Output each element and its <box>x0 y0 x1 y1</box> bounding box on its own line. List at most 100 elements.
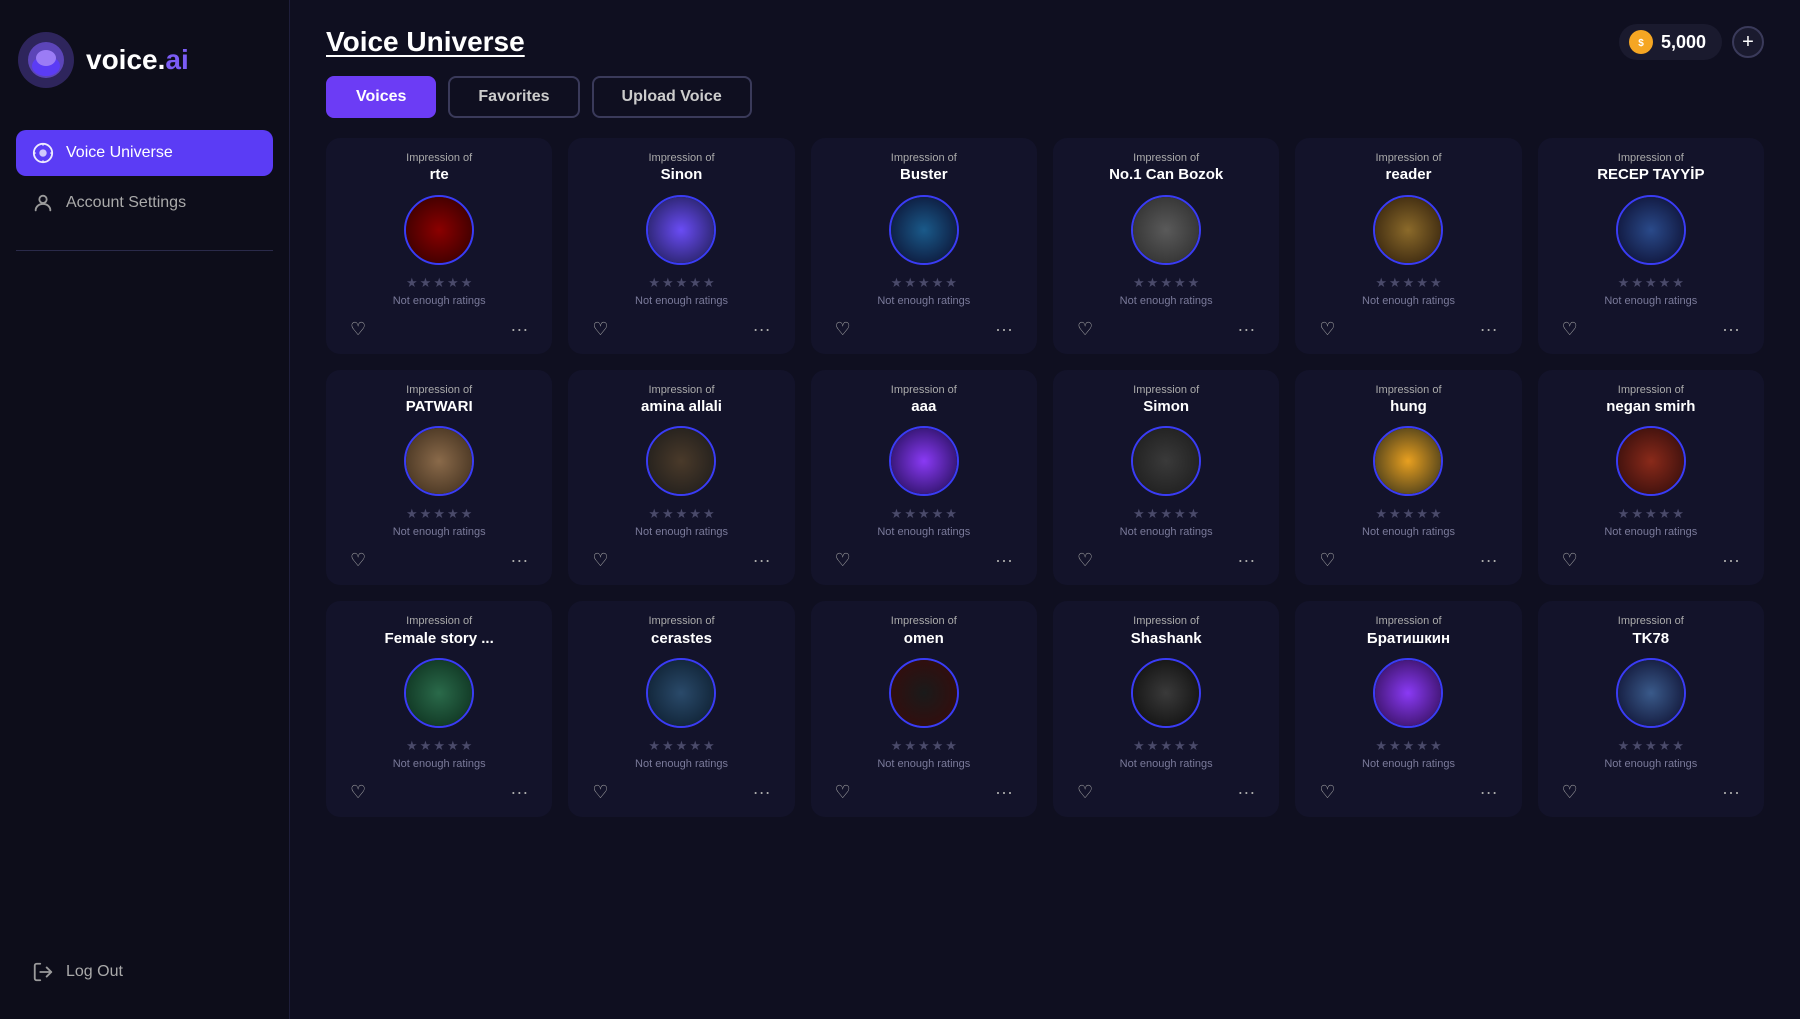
card-actions: ♡ ··· <box>1065 546 1267 575</box>
favorite-button[interactable]: ♡ <box>584 546 616 575</box>
voice-card-header: Impression of TK78 <box>1618 615 1684 648</box>
more-options-button[interactable]: ··· <box>1229 315 1263 344</box>
voice-name: rte <box>406 165 472 185</box>
more-options-button[interactable]: ··· <box>1472 315 1506 344</box>
stars-row: ★★★★★ <box>406 275 472 291</box>
not-enough-label: Not enough ratings <box>635 758 728 770</box>
tab-voices[interactable]: Voices <box>326 76 436 118</box>
more-options-button[interactable]: ··· <box>987 778 1021 807</box>
voice-avatar <box>1131 195 1201 265</box>
not-enough-label: Not enough ratings <box>1362 295 1455 307</box>
favorite-button[interactable]: ♡ <box>1554 315 1586 344</box>
voice-name: Buster <box>891 165 957 185</box>
tab-favorites[interactable]: Favorites <box>448 76 579 118</box>
voice-card-tk78: Impression of TK78 ★★★★★ Not enough rati… <box>1538 601 1764 817</box>
favorite-button[interactable]: ♡ <box>1311 778 1343 807</box>
more-options-button[interactable]: ··· <box>745 778 779 807</box>
voice-avatar <box>1373 426 1443 496</box>
voice-card-no1-can-bozok: Impression of No.1 Can Bozok ★★★★★ Not e… <box>1053 138 1279 354</box>
not-enough-label: Not enough ratings <box>635 526 728 538</box>
avatar-image <box>1375 660 1441 726</box>
favorite-button[interactable]: ♡ <box>827 546 859 575</box>
more-options-button[interactable]: ··· <box>987 315 1021 344</box>
add-coins-button[interactable]: + <box>1732 26 1764 58</box>
more-options-button[interactable]: ··· <box>502 546 536 575</box>
avatar-image <box>1375 197 1441 263</box>
more-options-button[interactable]: ··· <box>1714 546 1748 575</box>
more-options-button[interactable]: ··· <box>1472 546 1506 575</box>
favorite-button[interactable]: ♡ <box>342 778 374 807</box>
impression-label: Impression of <box>641 384 722 397</box>
more-options-button[interactable]: ··· <box>1229 778 1263 807</box>
more-options-button[interactable]: ··· <box>502 778 536 807</box>
logout-button[interactable]: Log Out <box>16 949 273 995</box>
tab-upload-voice[interactable]: Upload Voice <box>592 76 752 118</box>
avatar-image <box>648 428 714 494</box>
voice-card-header: Impression of Simon <box>1133 384 1199 417</box>
voice-name: reader <box>1375 165 1441 185</box>
coin-icon: $ <box>1629 30 1653 54</box>
more-options-button[interactable]: ··· <box>1714 315 1748 344</box>
logo: voice.ai <box>16 20 273 100</box>
more-options-button[interactable]: ··· <box>1714 778 1748 807</box>
voice-avatar <box>646 195 716 265</box>
voices-grid-container[interactable]: Impression of rte ★★★★★ Not enough ratin… <box>290 138 1800 1019</box>
avatar-image <box>648 660 714 726</box>
voice-card-header: Impression of negan smirh <box>1606 384 1695 417</box>
card-actions: ♡ ··· <box>580 778 782 807</box>
impression-label: Impression of <box>648 615 714 628</box>
favorite-button[interactable]: ♡ <box>1069 546 1101 575</box>
card-actions: ♡ ··· <box>1065 315 1267 344</box>
avatar-image <box>406 660 472 726</box>
voice-card-header: Impression of PATWARI <box>406 384 473 417</box>
card-actions: ♡ ··· <box>338 546 540 575</box>
not-enough-label: Not enough ratings <box>1604 758 1697 770</box>
card-actions: ♡ ··· <box>1550 546 1752 575</box>
impression-label: Impression of <box>648 152 714 165</box>
favorite-button[interactable]: ♡ <box>1311 315 1343 344</box>
avatar-image <box>406 428 472 494</box>
favorite-button[interactable]: ♡ <box>1554 546 1586 575</box>
more-options-button[interactable]: ··· <box>745 546 779 575</box>
stars-row: ★★★★★ <box>891 738 957 754</box>
more-options-button[interactable]: ··· <box>987 546 1021 575</box>
voice-avatar <box>404 658 474 728</box>
coins-area: $ 5,000 + <box>1619 24 1764 60</box>
voice-avatar <box>646 658 716 728</box>
voice-card-bratishkin: Impression of Братишкин ★★★★★ Not enough… <box>1295 601 1521 817</box>
favorite-button[interactable]: ♡ <box>1311 546 1343 575</box>
favorite-button[interactable]: ♡ <box>584 315 616 344</box>
voice-card-recep-tayyip: Impression of RECEP TAYYİP ★★★★★ Not eno… <box>1538 138 1764 354</box>
more-options-button[interactable]: ··· <box>745 315 779 344</box>
more-options-button[interactable]: ··· <box>502 315 536 344</box>
favorite-button[interactable]: ♡ <box>584 778 616 807</box>
favorite-button[interactable]: ♡ <box>1069 778 1101 807</box>
favorite-button[interactable]: ♡ <box>342 315 374 344</box>
more-options-button[interactable]: ··· <box>1229 546 1263 575</box>
not-enough-label: Not enough ratings <box>635 295 728 307</box>
not-enough-label: Not enough ratings <box>877 295 970 307</box>
voice-card-header: Impression of cerastes <box>648 615 714 648</box>
favorite-button[interactable]: ♡ <box>827 315 859 344</box>
favorite-button[interactable]: ♡ <box>1554 778 1586 807</box>
stars-row: ★★★★★ <box>1133 275 1199 291</box>
sidebar-item-account-settings-label: Account Settings <box>66 194 186 212</box>
stars-row: ★★★★★ <box>891 275 957 291</box>
voice-card-rte: Impression of rte ★★★★★ Not enough ratin… <box>326 138 552 354</box>
voice-name: negan smirh <box>1606 397 1695 417</box>
favorite-button[interactable]: ♡ <box>342 546 374 575</box>
sidebar-item-voice-universe[interactable]: Voice Universe <box>16 130 273 176</box>
impression-label: Impression of <box>1375 384 1441 397</box>
impression-label: Impression of <box>385 615 494 628</box>
voice-avatar <box>1373 658 1443 728</box>
avatar-image <box>1618 428 1684 494</box>
logout-label: Log Out <box>66 963 123 981</box>
voice-card-simon: Impression of Simon ★★★★★ Not enough rat… <box>1053 370 1279 586</box>
favorite-button[interactable]: ♡ <box>1069 315 1101 344</box>
more-options-button[interactable]: ··· <box>1472 778 1506 807</box>
impression-label: Impression of <box>1133 384 1199 397</box>
sidebar-item-account-settings[interactable]: Account Settings <box>16 180 273 226</box>
not-enough-label: Not enough ratings <box>1120 295 1213 307</box>
not-enough-label: Not enough ratings <box>877 758 970 770</box>
favorite-button[interactable]: ♡ <box>827 778 859 807</box>
